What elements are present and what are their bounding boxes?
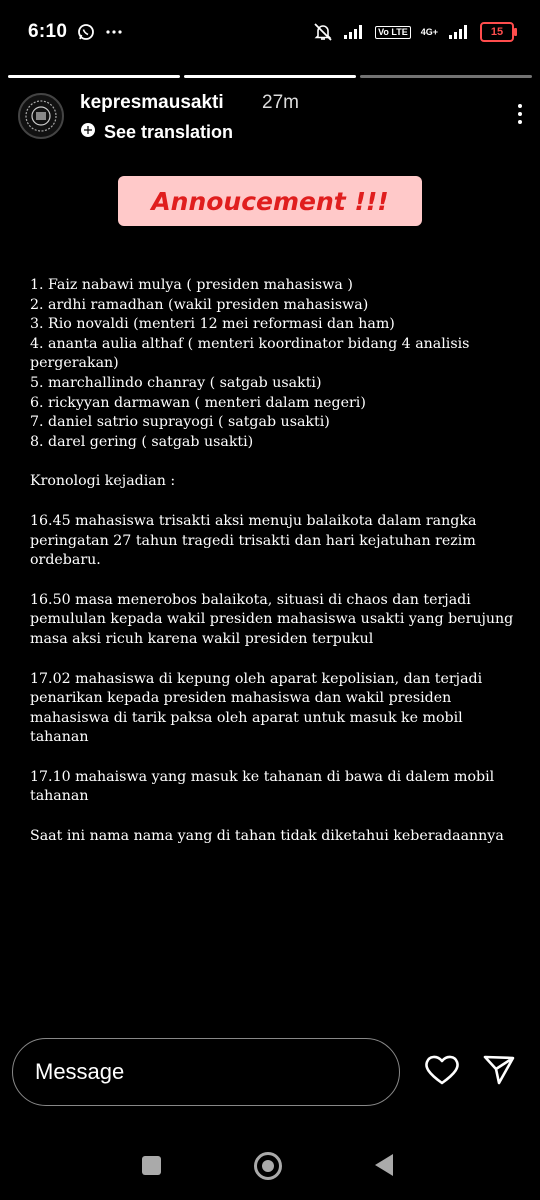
volte-badge: Vo LTE [375,25,411,39]
avatar[interactable] [18,93,64,139]
back-icon[interactable] [375,1154,393,1176]
name-list-item: 5. marchallindo chanray ( satgab usakti) [30,374,322,391]
more-options-icon[interactable] [518,104,522,124]
translate-icon [80,122,96,143]
story-text: 1. Faiz nabawi mulya ( presiden mahasisw… [30,276,520,847]
status-right: Vo LTE 4G+ 15 [313,22,517,42]
clock: 6:10 [28,21,68,42]
more-notifications-icon [105,29,123,35]
signal-icon-2 [448,24,470,40]
recent-apps-icon[interactable] [142,1156,161,1175]
progress-segment [8,75,180,78]
name-list-item: 2. ardhi ramadhan (wakil presiden mahasi… [30,296,369,313]
whatsapp-icon [77,23,95,41]
kronologi-entry: 16.45 mahasiswa trisakti aksi menuju bal… [30,512,477,569]
message-input[interactable]: Message [12,1038,400,1106]
name-list-item: 4. ananta aulia althaf ( menteri koordin… [30,335,470,372]
kronologi-entry: 17.02 mahasiswa di kepung oleh aparat ke… [30,670,483,746]
name-list-item: 3. Rio novaldi (menteri 12 mei reformasi… [30,316,395,333]
story-progress [8,75,532,78]
see-translation-button[interactable]: See translation [80,122,233,143]
see-translation-label: See translation [104,122,234,142]
story-header: kepresmausakti 27m See translation [18,90,522,150]
progress-segment [184,75,356,78]
kronologi-entry: 17.10 mahaiswa yang masuk ke tahanan di … [30,768,495,805]
logo-icon [25,100,57,132]
message-placeholder: Message [35,1059,125,1084]
signal-icon-1 [343,24,365,40]
story-username[interactable]: kepresmausakti [80,92,224,114]
system-nav-bar [0,1140,540,1190]
mute-bell-icon [313,22,333,42]
network-type: 4G+ [420,27,438,37]
send-icon[interactable] [482,1054,516,1091]
name-list-item: 1. Faiz nabawi mulya ( presiden mahasisw… [30,277,353,293]
story-time-ago: 27m [262,92,299,113]
progress-segment [360,75,532,78]
kronologi-entry: 16.50 masa menerobos balaikota, situasi … [30,591,514,647]
name-list-item: 6. rickyyan darmawan ( menteri dalam neg… [30,394,366,411]
battery-indicator: 15 [480,22,517,42]
like-heart-icon[interactable] [424,1054,460,1091]
name-list-item: 7. daniel satrio suprayogi ( satgab usak… [30,414,330,431]
name-list-item: 8. darel gering ( satgab usakti) [30,433,254,450]
closing-statement: Saat ini nama nama yang di tahan tidak d… [30,828,504,845]
status-left: 6:10 [28,21,123,43]
status-bar: 6:10 Vo LTE 4G+ 15 [0,0,540,64]
announcement-banner: Annoucement !!! [118,176,422,226]
home-icon[interactable] [254,1152,282,1180]
kronologi-heading: Kronologi kejadian : [30,473,176,490]
